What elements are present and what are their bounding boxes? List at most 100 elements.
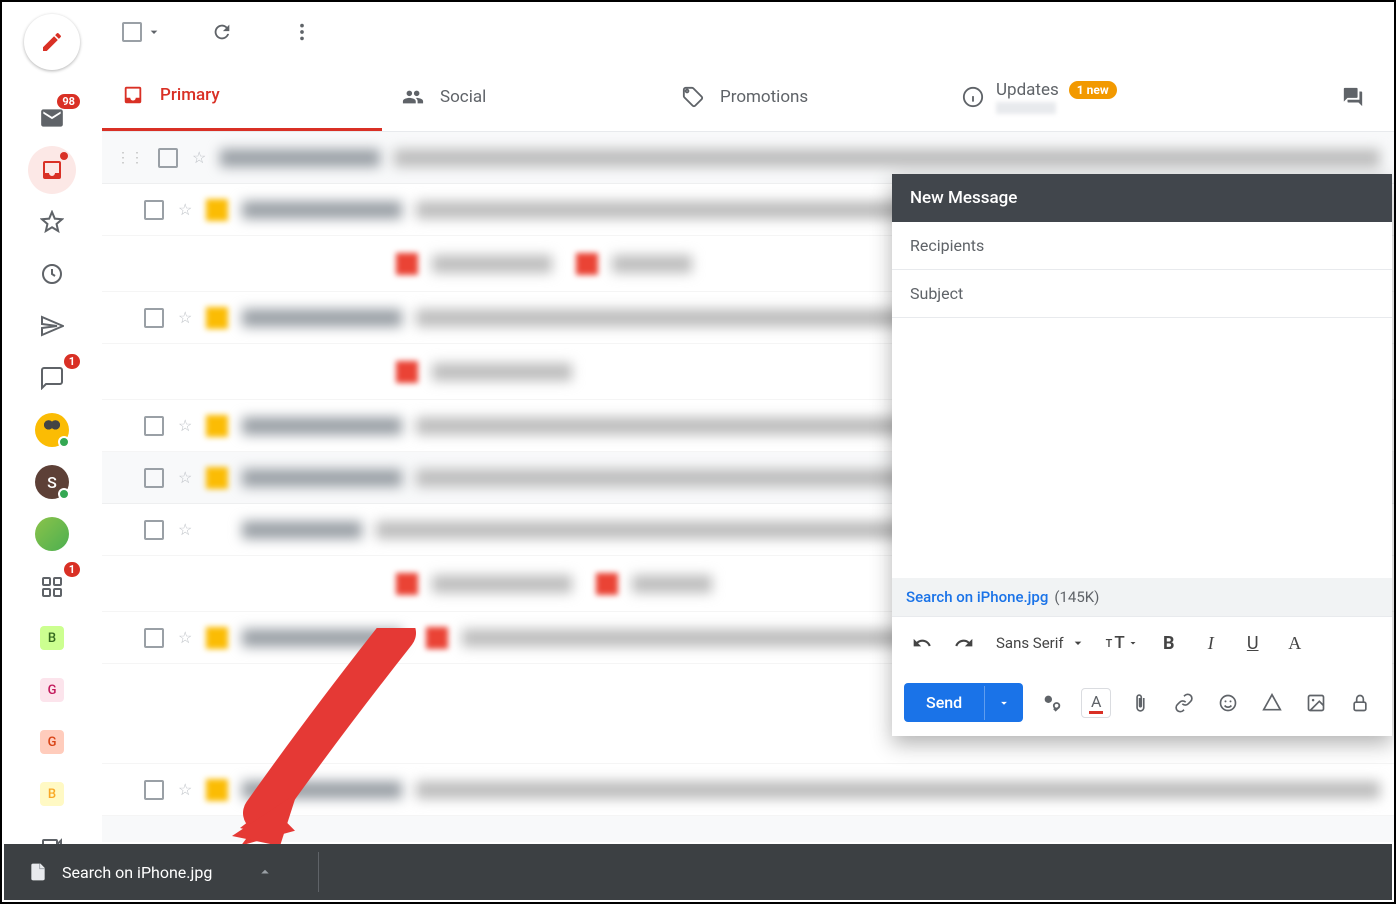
star-toggle[interactable]: ☆: [178, 416, 192, 435]
sent-nav-item[interactable]: [28, 302, 76, 350]
rooms-nav-item[interactable]: 1: [28, 562, 76, 610]
refresh-button[interactable]: [202, 12, 242, 52]
label-item-1[interactable]: B: [28, 614, 76, 662]
text-color-button[interactable]: A: [1081, 688, 1111, 718]
star-toggle[interactable]: ☆: [178, 468, 192, 487]
compose-title[interactable]: New Message: [892, 174, 1392, 222]
updates-new-badge: 1 new: [1069, 81, 1117, 99]
star-toggle[interactable]: ☆: [178, 200, 192, 219]
chat-nav-item[interactable]: 1: [28, 354, 76, 402]
subject-field[interactable]: Subject: [892, 270, 1392, 318]
sender-blurred: [242, 201, 402, 219]
send-options-caret[interactable]: [984, 686, 1023, 720]
avatar-image: [35, 517, 69, 551]
subject-blurred: [612, 255, 692, 273]
star-toggle[interactable]: ☆: [192, 148, 206, 167]
insert-link-button[interactable]: [1169, 688, 1199, 718]
tab-label: Updates: [996, 80, 1059, 100]
row-checkbox[interactable]: [144, 416, 164, 436]
send-icon: [40, 314, 64, 338]
star-toggle[interactable]: ☆: [178, 308, 192, 327]
font-family-select[interactable]: Sans Serif: [988, 630, 1094, 656]
attach-file-button[interactable]: [1125, 688, 1155, 718]
tab-promotions[interactable]: Promotions: [662, 62, 942, 131]
compose-body[interactable]: [892, 318, 1392, 578]
contact-avatar-1[interactable]: [28, 406, 76, 454]
tab-label: Promotions: [720, 87, 808, 107]
italic-button[interactable]: I: [1193, 625, 1229, 661]
inbox-unread-badge: 98: [57, 94, 80, 109]
contact-avatar-2[interactable]: S: [28, 458, 76, 506]
chevron-up-icon: [256, 863, 274, 881]
confidential-mode-button[interactable]: [1345, 688, 1375, 718]
subject-blurred: [432, 363, 572, 381]
attachment-chip[interactable]: Search on iPhone.jpg (145K): [892, 578, 1392, 616]
select-all-checkbox[interactable]: [122, 22, 142, 42]
label-item-3[interactable]: G: [28, 718, 76, 766]
star-toggle[interactable]: ☆: [178, 780, 192, 799]
recipients-field[interactable]: Recipients: [892, 222, 1392, 270]
row-checkbox[interactable]: [144, 520, 164, 540]
font-size-button[interactable]: TT: [1100, 625, 1145, 661]
mail-toolbar: [102, 2, 1394, 62]
star-toggle[interactable]: ☆: [178, 520, 192, 539]
star-toggle[interactable]: ☆: [178, 628, 192, 647]
bold-button[interactable]: B: [1151, 625, 1187, 661]
downloads-shelf: Search on iPhone.jpg: [4, 844, 1392, 900]
row-checkbox[interactable]: [144, 200, 164, 220]
insert-photo-button[interactable]: [1301, 688, 1331, 718]
label-blurred: [206, 199, 228, 221]
undo-button[interactable]: [904, 625, 940, 661]
tab-social[interactable]: Social: [382, 62, 662, 131]
starred-nav-item[interactable]: [28, 198, 76, 246]
more-button[interactable]: [282, 12, 322, 52]
subject-blurred: [632, 575, 712, 593]
insert-emoji-button[interactable]: [1213, 688, 1243, 718]
label-item-2[interactable]: G: [28, 666, 76, 714]
tab-primary[interactable]: Primary: [102, 62, 382, 131]
tab-forums[interactable]: [1322, 62, 1394, 131]
mail-row[interactable]: ☆: [102, 764, 1394, 816]
label-blurred: [206, 779, 228, 801]
primary-nav-item[interactable]: [28, 146, 76, 194]
drag-handle-icon[interactable]: ⋮⋮: [116, 150, 144, 166]
redo-button[interactable]: [946, 625, 982, 661]
tab-label: Primary: [160, 85, 220, 105]
snoozed-nav-item[interactable]: [28, 250, 76, 298]
paperclip-icon: [1130, 693, 1150, 713]
label-blurred: [396, 253, 418, 275]
row-checkbox[interactable]: [144, 308, 164, 328]
link-icon: [1174, 693, 1194, 713]
row-checkbox[interactable]: [144, 628, 164, 648]
caret-down-icon: [1070, 635, 1086, 651]
select-all-dropdown[interactable]: [122, 22, 162, 42]
inbox-nav-item[interactable]: 98: [28, 94, 76, 142]
compose-button[interactable]: [24, 14, 80, 70]
updates-preview: [996, 102, 1056, 114]
download-options-button[interactable]: [256, 863, 274, 881]
formatting-toolbar: Sans Serif TT B I U A: [892, 616, 1392, 669]
row-checkbox[interactable]: [158, 148, 178, 168]
file-icon: [28, 862, 48, 882]
insert-drive-button[interactable]: [1257, 688, 1287, 718]
mail-icon: [39, 105, 65, 131]
contact-avatar-3[interactable]: [28, 510, 76, 558]
people-icon: [402, 86, 424, 108]
notification-dot: [60, 152, 68, 160]
send-button[interactable]: Send: [904, 683, 1023, 722]
redo-icon: [954, 633, 974, 653]
formatting-options-button[interactable]: [1037, 688, 1067, 718]
tab-updates[interactable]: Updates 1 new: [942, 62, 1222, 131]
underline-button[interactable]: U: [1235, 625, 1271, 661]
caret-down-icon: [146, 24, 162, 40]
align-button[interactable]: A: [1277, 625, 1313, 661]
sender-blurred: [242, 309, 402, 327]
download-item[interactable]: Search on iPhone.jpg: [28, 852, 319, 892]
sender-blurred: [242, 469, 402, 487]
row-checkbox[interactable]: [144, 468, 164, 488]
left-navigation-rail: 98 1 S 1 B G G B: [2, 2, 102, 902]
chat-icon: [40, 366, 64, 390]
label-item-4[interactable]: B: [28, 770, 76, 818]
star-icon: [40, 210, 64, 234]
row-checkbox[interactable]: [144, 780, 164, 800]
